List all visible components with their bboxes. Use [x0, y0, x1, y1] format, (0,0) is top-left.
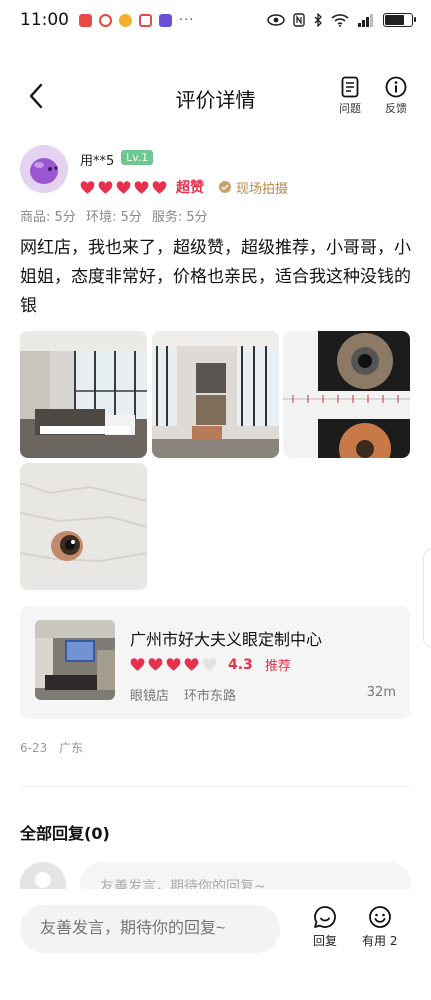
- shop-category: 眼镜店: [130, 689, 170, 704]
- environment-score: 环境: 5分: [85, 210, 142, 225]
- service-score: 服务: 5分: [151, 210, 208, 225]
- level-badge: Lv.1: [121, 150, 154, 165]
- mail-app-icon: [79, 13, 92, 27]
- heart-icon: [166, 658, 181, 671]
- shop-distance: 32m: [366, 685, 396, 700]
- review-photo[interactable]: [283, 331, 410, 458]
- live-photo-badge: 现场拍摄: [218, 178, 288, 197]
- battery-icon: [383, 13, 416, 27]
- useful-button[interactable]: 有用 2: [362, 905, 397, 949]
- review-date: 6-23: [20, 741, 48, 755]
- heart-icon: [152, 180, 167, 194]
- page-header: 评价详情 问题 反馈: [0, 68, 431, 128]
- eye-icon: [267, 14, 285, 26]
- reviewer-info: 用**5 Lv.1 超赞 现场拍摄: [20, 145, 415, 200]
- reply-label: 回复: [313, 934, 338, 948]
- review-photo[interactable]: [20, 331, 147, 458]
- shop-area: 环市东路: [184, 689, 237, 704]
- bottom-bar: 回复 有用 2: [0, 889, 431, 1000]
- feedback-label: 反馈: [385, 102, 407, 115]
- smile-icon: [368, 906, 391, 928]
- chat-app-icon: [159, 13, 172, 27]
- review-photo[interactable]: [20, 463, 147, 590]
- feedback-button[interactable]: 反馈: [376, 76, 416, 116]
- more-notifications-icon: ···: [179, 12, 195, 28]
- review-location: 广东: [59, 741, 84, 755]
- nfc-icon: [293, 13, 305, 27]
- review-text: 网红店，我也来了，超级赞，超级推荐，小哥哥，小姐姐，态度非常好，价格也亲民，适合…: [20, 238, 411, 316]
- heart-icon: [116, 180, 131, 194]
- shop-rating: 4.3 推荐: [130, 655, 291, 674]
- issue-button[interactable]: 问题: [330, 76, 370, 116]
- reply-input[interactable]: [20, 905, 280, 953]
- heart-icon: [130, 658, 145, 671]
- replies-title: 全部回复(0): [20, 824, 110, 843]
- shop-name: 广州市好大夫义眼定制中心: [130, 630, 323, 649]
- verified-icon: [219, 181, 231, 193]
- rating-text: 超赞: [176, 180, 204, 196]
- side-drawer-handle[interactable]: [423, 548, 431, 648]
- heart-icon: [98, 180, 113, 194]
- useful-label: 有用 2: [362, 934, 398, 948]
- heart-empty-icon: [202, 658, 217, 671]
- taobao-app-icon: [119, 13, 132, 27]
- heart-icon: [80, 180, 95, 194]
- bluetooth-icon: [314, 13, 322, 27]
- reply-button[interactable]: 回复: [313, 905, 337, 949]
- notification-icons: ···: [79, 13, 194, 28]
- live-badge-label: 现场拍摄: [236, 181, 289, 197]
- shop-recommend: 推荐: [264, 659, 291, 674]
- avatar[interactable]: [20, 145, 68, 193]
- heart-icon: [184, 658, 199, 671]
- document-icon: [341, 76, 359, 98]
- shop-score: 4.3: [228, 656, 253, 673]
- user-name: 用**5: [80, 154, 115, 169]
- shop-thumbnail: [35, 620, 115, 700]
- video-app-icon: [139, 13, 152, 27]
- review-rating: 超赞 现场拍摄: [80, 177, 288, 197]
- heart-icon: [148, 658, 163, 671]
- issue-label: 问题: [339, 102, 361, 115]
- signal-icon: [358, 14, 373, 27]
- system-icons: [267, 13, 416, 27]
- comment-icon: [314, 906, 336, 928]
- review-photo[interactable]: [152, 331, 279, 458]
- score-breakdown: 商品: 5分 环境: 5分 服务: 5分: [20, 206, 214, 225]
- wifi-icon: [331, 14, 349, 27]
- weibo-app-icon: [99, 13, 112, 27]
- shop-card[interactable]: 广州市好大夫义眼定制中心 4.3 推荐 眼镜店 环市东路 32m: [20, 606, 410, 719]
- info-icon: [385, 76, 407, 98]
- divider: [20, 786, 410, 787]
- status-bar: 11:00 ···: [0, 0, 431, 40]
- status-time: 11:00: [20, 10, 69, 30]
- heart-icon: [134, 180, 149, 194]
- product-score: 商品: 5分: [20, 210, 76, 225]
- review-meta: 6-23 广东: [20, 739, 91, 756]
